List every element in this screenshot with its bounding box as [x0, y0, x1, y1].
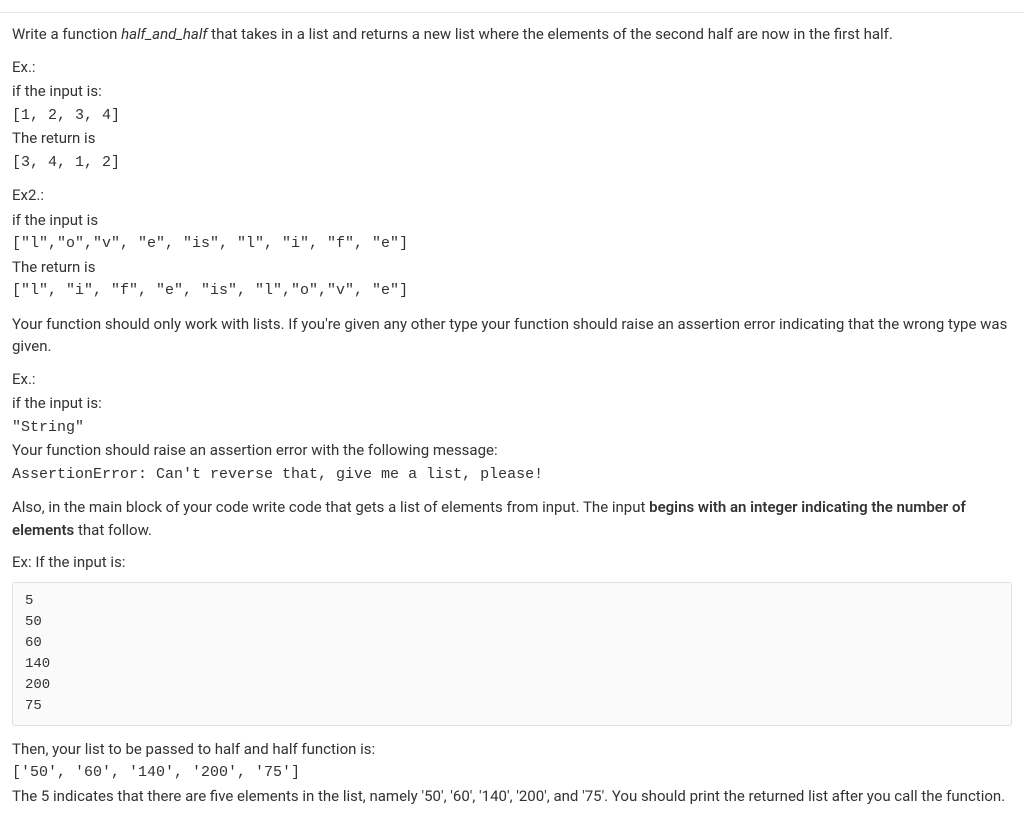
ex1-code1: [1, 2, 3, 4] — [12, 105, 1012, 128]
ex2-code1: ["l","o","v", "e", "is", "l", "i", "f", … — [12, 233, 1012, 256]
ex3-code2: AssertionError: Can't reverse that, give… — [12, 464, 1012, 487]
then-code: ['50', '60', '140', '200', '75'] — [12, 762, 1012, 785]
ex3-line2: Your function should raise an assertion … — [12, 439, 1012, 462]
intro-suffix: that takes in a list and returns a new l… — [207, 25, 892, 43]
example-3: Ex.: if the input is: "String" Your func… — [12, 368, 1012, 487]
example-2: Ex2.: if the input is ["l","o","v", "e",… — [12, 184, 1012, 303]
then-line1: Then, your list to be passed to half and… — [12, 738, 1012, 761]
top-divider — [0, 12, 1024, 13]
function-name: half_and_half — [121, 25, 207, 43]
ex2-code2: ["l", "i", "f", "e", "is", "l","o","v", … — [12, 280, 1012, 303]
ex1-code2: [3, 4, 1, 2] — [12, 152, 1012, 175]
typecheck-paragraph: Your function should only work with list… — [12, 313, 1012, 358]
intro-prefix: Write a function — [12, 25, 121, 43]
input-sample-line: 140 — [25, 654, 999, 675]
intro-paragraph: Write a function half_and_half that take… — [12, 23, 1012, 46]
input-sample-block: 5 50 60 140 200 75 — [12, 582, 1012, 726]
mainblock-prefix: Also, in the main block of your code wri… — [12, 498, 649, 516]
ex2-line1: if the input is — [12, 209, 1012, 232]
ex3-code1: "String" — [12, 417, 1012, 440]
mainblock-suffix: that follow. — [74, 521, 152, 539]
input-sample-line: 5 — [25, 591, 999, 612]
ex3-label: Ex.: — [12, 368, 1012, 391]
example-1: Ex.: if the input is: [1, 2, 3, 4] The r… — [12, 56, 1012, 175]
ex2-label: Ex2.: — [12, 184, 1012, 207]
input-sample-line: 75 — [25, 696, 999, 717]
input-sample-line: 60 — [25, 633, 999, 654]
input-sample-line: 200 — [25, 675, 999, 696]
then-line2: The 5 indicates that there are five elem… — [12, 785, 1012, 808]
ex3-line1: if the input is: — [12, 392, 1012, 415]
mainblock-paragraph: Also, in the main block of your code wri… — [12, 496, 1012, 541]
ex1-line2: The return is — [12, 127, 1012, 150]
then-block: Then, your list to be passed to half and… — [12, 738, 1012, 808]
ex2-line2: The return is — [12, 256, 1012, 279]
ex1-line1: if the input is: — [12, 80, 1012, 103]
ex1-label: Ex.: — [12, 56, 1012, 79]
ex-input-label: Ex: If the input is: — [12, 551, 1012, 574]
input-sample-line: 50 — [25, 612, 999, 633]
